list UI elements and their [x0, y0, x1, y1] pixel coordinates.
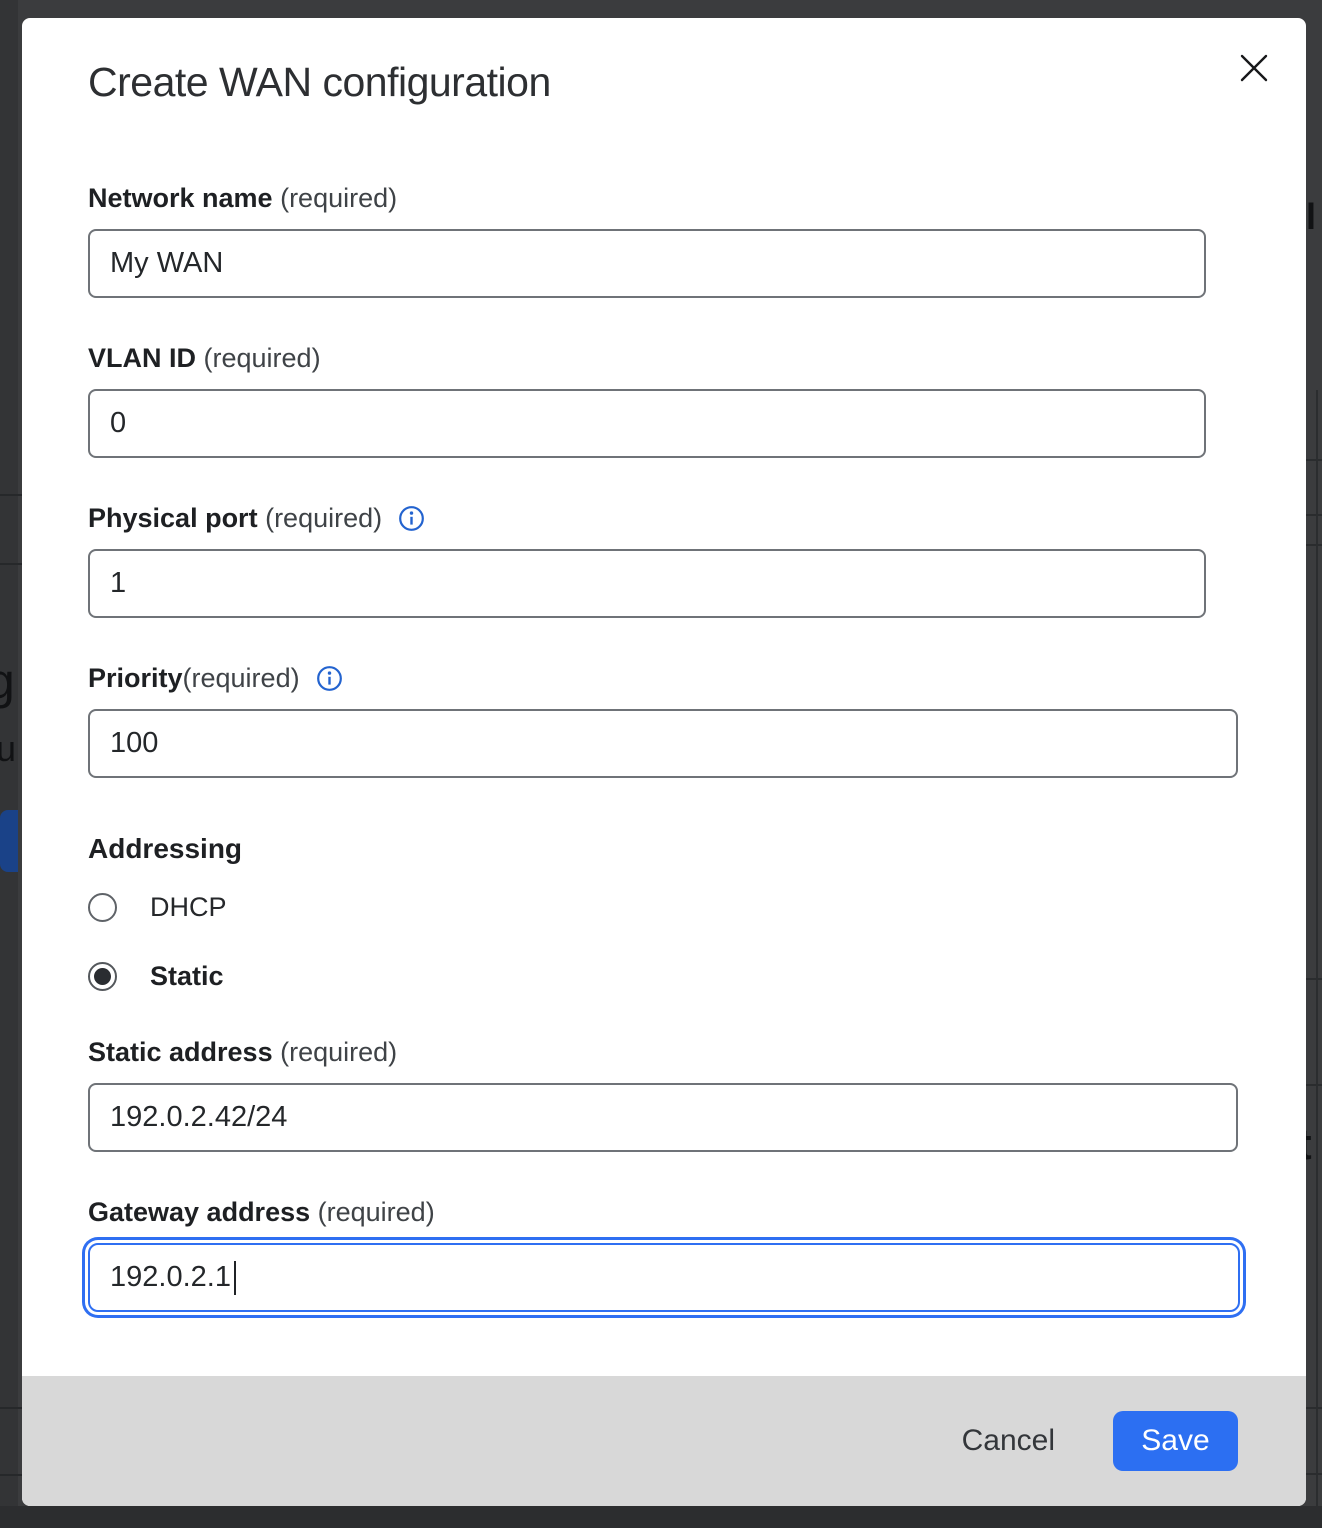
- addressing-heading: Addressing: [88, 832, 1306, 866]
- background-table-line: [0, 494, 22, 496]
- background-table-line: [1306, 978, 1322, 980]
- network-name-input[interactable]: My WAN: [88, 229, 1206, 298]
- radio-button-selected-icon[interactable]: [88, 962, 117, 991]
- static-address-label: Static address (required): [88, 1036, 1306, 1068]
- required-hint: (required): [196, 342, 321, 374]
- field-label-text: Static address: [88, 1036, 273, 1068]
- background-table-line: [1306, 514, 1322, 516]
- field-label-text: Priority: [88, 662, 183, 694]
- physical-port-label: Physical port (required): [88, 502, 1306, 534]
- background-button-fragment: [0, 810, 18, 872]
- vlan-id-field: VLAN ID (required) 0: [88, 342, 1306, 458]
- background-table-line: [0, 1474, 22, 1476]
- gateway-address-label: Gateway address (required): [88, 1196, 1306, 1228]
- dialog-title: Create WAN configuration: [88, 58, 1306, 106]
- static-address-field: Static address (required) 192.0.2.42/24: [88, 1036, 1306, 1152]
- background-bottom-shade: [0, 1506, 1322, 1528]
- input-value: 100: [110, 727, 158, 760]
- gateway-address-input[interactable]: 192.0.2.1: [88, 1243, 1240, 1312]
- background-table-line: [1306, 1407, 1322, 1409]
- create-wan-dialog: Create WAN configuration Network name (r…: [22, 18, 1306, 1506]
- required-hint: (required): [273, 1036, 398, 1068]
- required-hint: (required): [183, 662, 300, 694]
- priority-label: Priority(required): [88, 662, 1306, 694]
- field-label-text: VLAN ID: [88, 342, 196, 374]
- dialog-footer: Cancel Save: [22, 1376, 1306, 1506]
- radio-option-label: Static: [150, 961, 224, 992]
- info-icon: [398, 505, 425, 532]
- input-value: My WAN: [110, 247, 223, 280]
- required-hint: (required): [310, 1196, 435, 1228]
- background-table-line: [1306, 544, 1322, 546]
- background-text-fragment: u: [0, 728, 16, 770]
- background-table-line: [0, 563, 22, 565]
- priority-field: Priority(required) 100: [88, 662, 1306, 778]
- background-table-line: [1306, 1084, 1322, 1086]
- radio-option-dhcp[interactable]: DHCP: [88, 892, 1306, 923]
- background-table-line: [1306, 459, 1322, 461]
- info-icon: [316, 665, 343, 692]
- required-hint: (required): [258, 502, 383, 534]
- input-value: 192.0.2.42/24: [110, 1101, 287, 1134]
- field-label-text: Physical port: [88, 502, 258, 534]
- background-table-border: [1316, 390, 1318, 1508]
- priority-info-button[interactable]: [316, 665, 343, 692]
- input-value: 0: [110, 407, 126, 440]
- radio-option-static[interactable]: Static: [88, 961, 1306, 992]
- static-address-input[interactable]: 192.0.2.42/24: [88, 1083, 1238, 1152]
- close-icon: [1239, 53, 1269, 83]
- network-name-field: Network name (required) My WAN: [88, 182, 1306, 298]
- priority-input[interactable]: 100: [88, 709, 1238, 778]
- dialog-content: Create WAN configuration Network name (r…: [22, 18, 1306, 1376]
- background-heading-fragment: g: [0, 652, 15, 710]
- input-value: 192.0.2.1: [110, 1261, 231, 1294]
- page-root: { "background": { "fragments": { "left_h…: [0, 0, 1322, 1528]
- field-label-text: Network name: [88, 182, 273, 214]
- close-button[interactable]: [1236, 50, 1272, 86]
- field-label-text: Gateway address: [88, 1196, 310, 1228]
- network-name-label: Network name (required): [88, 182, 1306, 214]
- gateway-address-field: Gateway address (required) 192.0.2.1: [88, 1196, 1306, 1312]
- background-table-line: [1306, 1473, 1322, 1475]
- physical-port-info-button[interactable]: [398, 505, 425, 532]
- save-button[interactable]: Save: [1113, 1411, 1238, 1471]
- physical-port-field: Physical port (required) 1: [88, 502, 1306, 618]
- cancel-button[interactable]: Cancel: [956, 1423, 1061, 1459]
- vlan-id-label: VLAN ID (required): [88, 342, 1306, 374]
- required-hint: (required): [273, 182, 398, 214]
- vlan-id-input[interactable]: 0: [88, 389, 1206, 458]
- physical-port-input[interactable]: 1: [88, 549, 1206, 618]
- radio-button-icon[interactable]: [88, 893, 117, 922]
- radio-option-label: DHCP: [150, 892, 227, 923]
- background-table-line: [0, 1407, 22, 1409]
- background-left-strip: [0, 0, 18, 1528]
- input-value: 1: [110, 567, 126, 600]
- text-cursor: [234, 1261, 236, 1295]
